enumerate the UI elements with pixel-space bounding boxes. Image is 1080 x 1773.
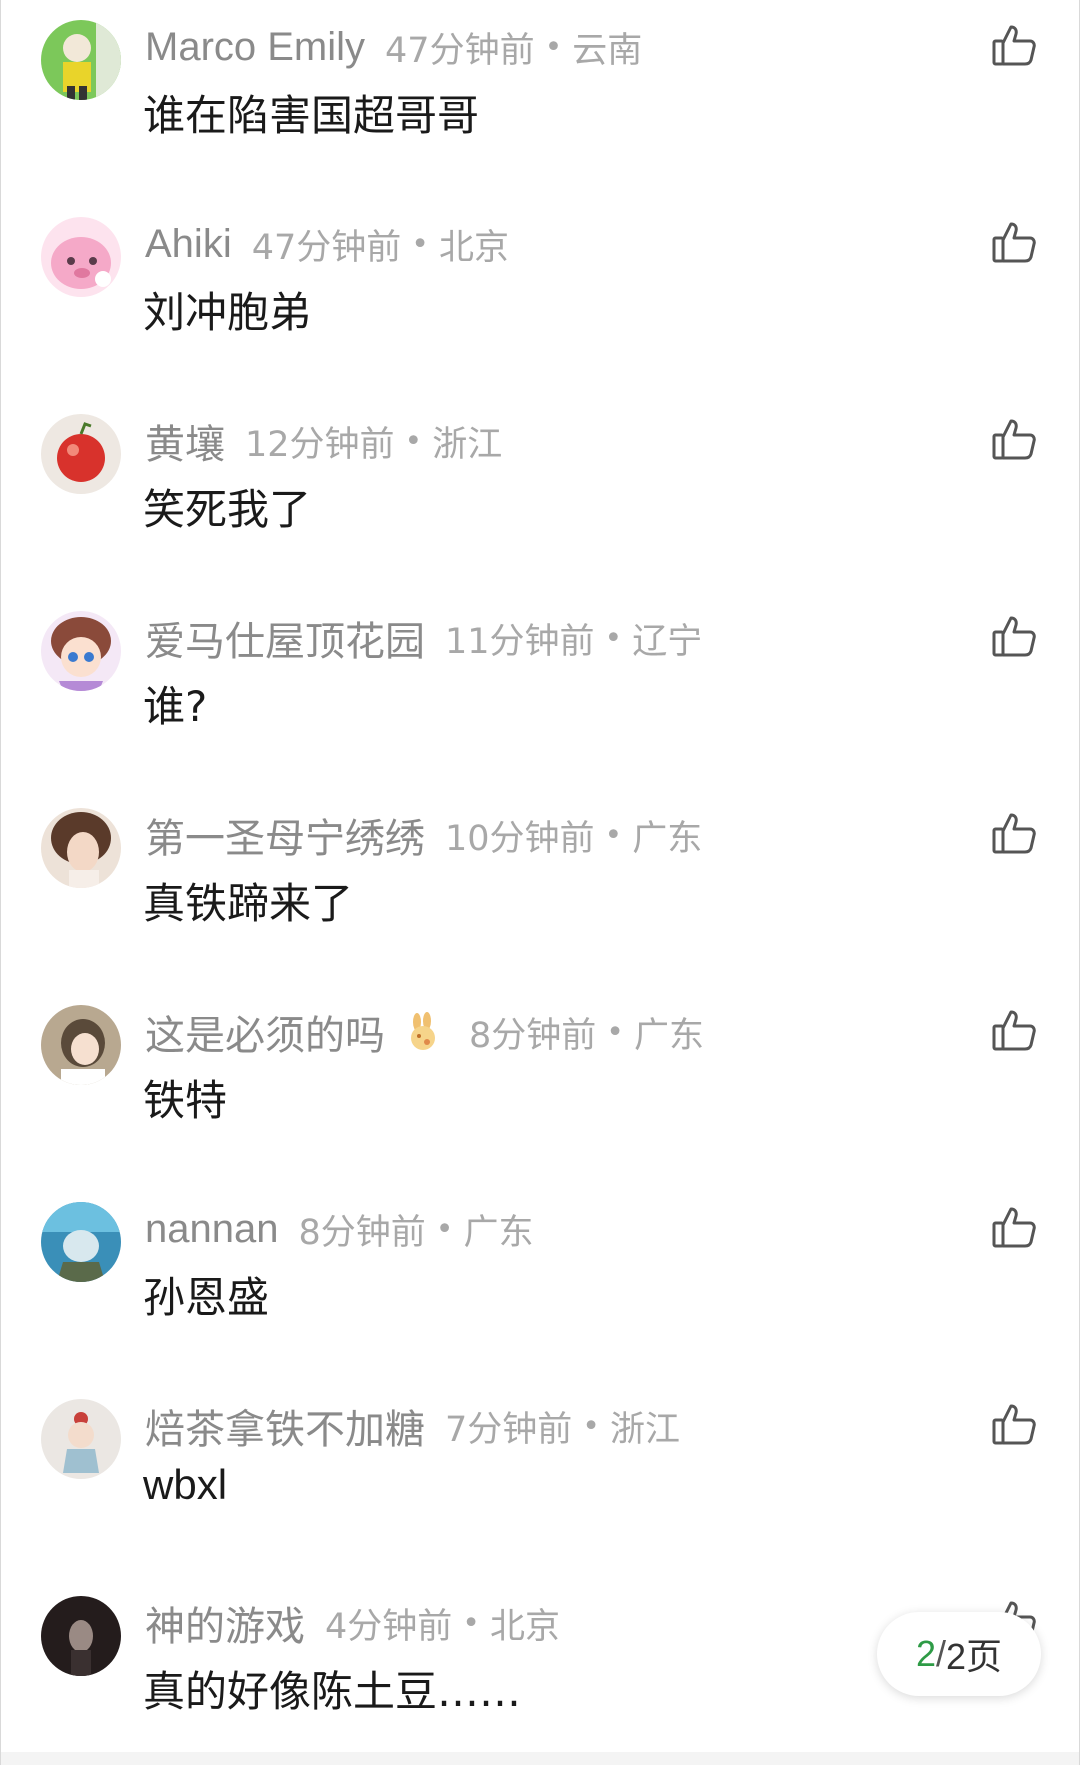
location: 广东 (633, 1015, 704, 1056)
comment-meta: 爱马仕屋顶花园 11分钟前 • 辽宁 (145, 613, 703, 664)
like-button[interactable] (991, 416, 1037, 462)
separator-dot: • (435, 1211, 454, 1247)
like-button[interactable] (991, 22, 1037, 68)
thumbs-up-icon (992, 25, 1036, 66)
comment-meta: 焙茶拿铁不加糖 7分钟前 • 浙江 (145, 1401, 680, 1452)
username[interactable]: 神的游戏 (145, 1594, 305, 1652)
comment-text: 真铁蹄来了 (143, 879, 354, 928)
timestamp: 4分钟前 (325, 1606, 453, 1647)
avatar[interactable] (41, 1596, 121, 1676)
separator-dot: • (582, 1408, 600, 1444)
thumbs-up-icon (992, 616, 1036, 657)
page-indicator[interactable]: 2 / 2页 (877, 1612, 1041, 1696)
location: 广东 (632, 818, 703, 859)
timestamp: 7分钟前 (445, 1409, 573, 1450)
like-button[interactable] (991, 219, 1037, 265)
current-page: 2 (915, 1633, 936, 1674)
timestamp: 8分钟前 (298, 1212, 426, 1253)
like-button[interactable] (991, 1204, 1037, 1250)
comment-text: 谁在陷害国超哥哥 (143, 91, 480, 140)
avatar[interactable] (41, 414, 121, 494)
timestamp: 10分钟前 (445, 818, 595, 859)
thumbs-up-icon (992, 419, 1036, 460)
username[interactable]: 黄壤 (145, 412, 225, 470)
comment-item: 第一圣母宁绣绣 10分钟前 • 广东 真铁蹄来了 (1, 788, 1080, 985)
comment-meta: 神的游戏 4分钟前 • 北京 (145, 1598, 560, 1649)
timestamp: 12分钟前 (245, 424, 395, 465)
separator-dot: • (604, 817, 623, 853)
location: 北京 (489, 1606, 560, 1647)
separator-dot: • (462, 1605, 480, 1641)
separator-dot: • (404, 423, 423, 459)
username[interactable]: 这是必须的吗 (145, 1003, 385, 1061)
comment-meta: 黄壤 12分钟前 • 浙江 (145, 416, 503, 467)
comment-text: 铁特 (143, 1076, 228, 1125)
location: 辽宁 (632, 621, 703, 662)
separator-dot: • (544, 29, 563, 65)
comment-meta: Ahiki 47分钟前 • 北京 (145, 219, 509, 269)
comment-text: 真的好像陈土豆…… (143, 1667, 522, 1716)
like-button[interactable] (991, 1401, 1037, 1447)
thumbs-up-icon (992, 222, 1036, 263)
page-separator: / (935, 1633, 946, 1674)
like-button[interactable] (991, 1007, 1037, 1053)
rabbit-emoji-icon (403, 1012, 443, 1052)
comment-text: wbxl (143, 1461, 228, 1508)
comment-meta: 这是必须的吗 8分钟前 • 广东 (145, 1007, 704, 1058)
separator-dot: • (411, 226, 429, 262)
separator-dot: • (604, 620, 623, 656)
avatar[interactable] (41, 1399, 121, 1479)
avatar[interactable] (41, 808, 121, 888)
avatar[interactable] (41, 611, 121, 691)
username[interactable]: 爱马仕屋顶花园 (145, 609, 425, 667)
comment-meta: 第一圣母宁绣绣 10分钟前 • 广东 (145, 810, 703, 861)
comment-item: Ahiki 47分钟前 • 北京 刘冲胞弟 (1, 197, 1080, 394)
total-pages: 2页 (946, 1636, 1003, 1677)
like-button[interactable] (991, 810, 1037, 856)
thumbs-up-icon (992, 1404, 1036, 1445)
username[interactable]: Marco Emily (145, 25, 365, 70)
comment-meta: nannan 8分钟前 • 广东 (145, 1204, 533, 1254)
avatar[interactable] (41, 1202, 121, 1282)
avatar[interactable] (41, 1005, 121, 1085)
comment-item: Marco Emily 47分钟前 • 云南 谁在陷害国超哥哥 (1, 0, 1080, 197)
thumbs-up-icon (992, 1207, 1036, 1248)
location: 云南 (572, 30, 643, 71)
username[interactable]: Ahiki (145, 222, 232, 267)
location: 浙江 (432, 424, 503, 465)
comment-item: 焙茶拿铁不加糖 7分钟前 • 浙江 wbxl (1, 1379, 1080, 1576)
timestamp: 8分钟前 (469, 1015, 597, 1056)
comment-meta: Marco Emily 47分钟前 • 云南 (145, 22, 642, 72)
thumbs-up-icon (992, 1010, 1036, 1051)
avatar[interactable] (41, 217, 121, 297)
username[interactable]: nannan (145, 1207, 278, 1252)
location: 北京 (438, 227, 509, 268)
thumbs-up-icon (992, 813, 1036, 854)
timestamp: 47分钟前 (251, 227, 402, 268)
location: 浙江 (609, 1409, 680, 1450)
comment-text: 谁? (143, 682, 208, 731)
like-button[interactable] (991, 613, 1037, 659)
comment-text: 笑死我了 (143, 485, 312, 534)
username[interactable]: 第一圣母宁绣绣 (145, 806, 425, 864)
comment-item: nannan 8分钟前 • 广东 孙恩盛 (1, 1182, 1080, 1379)
avatar[interactable] (41, 20, 121, 100)
comment-text: 刘冲胞弟 (143, 288, 312, 337)
username[interactable]: 焙茶拿铁不加糖 (145, 1397, 425, 1455)
comment-item: 这是必须的吗 8分钟前 • 广东 铁特 (1, 985, 1080, 1182)
bottom-divider (1, 1752, 1079, 1765)
timestamp: 11分钟前 (445, 621, 595, 662)
comment-text: 孙恩盛 (143, 1273, 270, 1322)
comment-item: 黄壤 12分钟前 • 浙江 笑死我了 (1, 394, 1080, 591)
location: 广东 (463, 1212, 534, 1253)
timestamp: 47分钟前 (385, 30, 535, 71)
comment-item: 爱马仕屋顶花园 11分钟前 • 辽宁 谁? (1, 591, 1080, 788)
separator-dot: • (606, 1014, 624, 1050)
